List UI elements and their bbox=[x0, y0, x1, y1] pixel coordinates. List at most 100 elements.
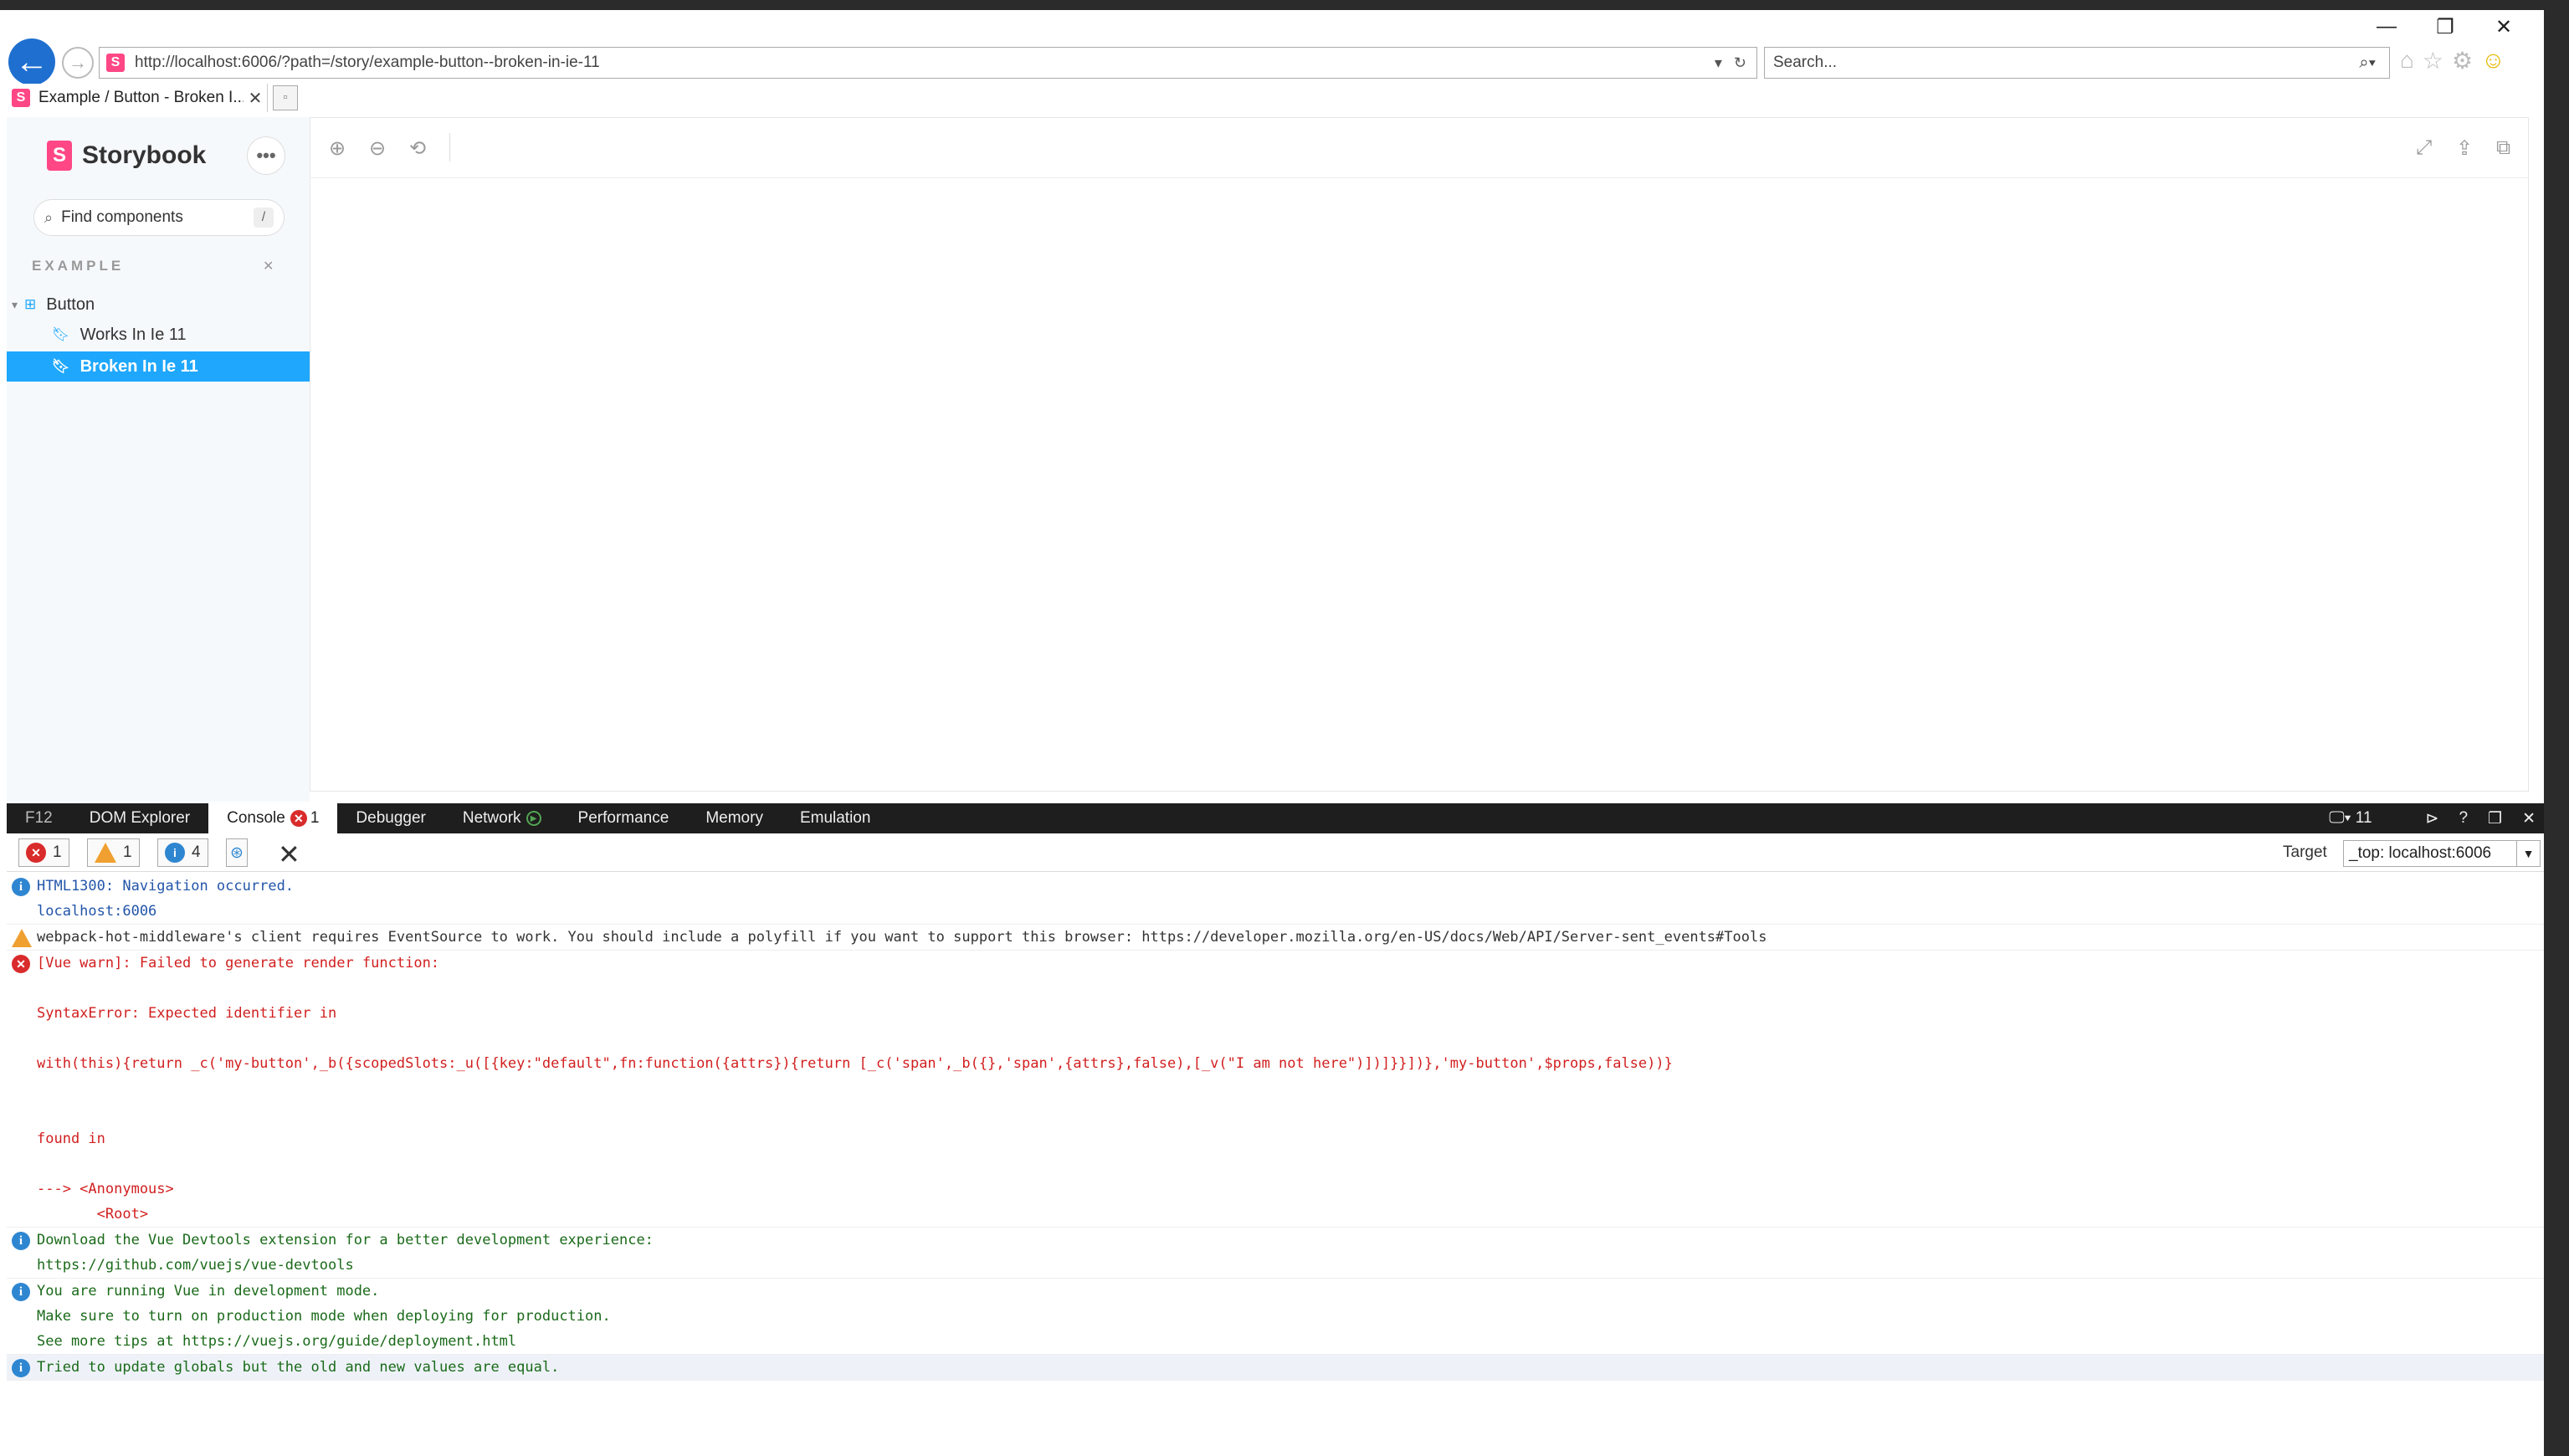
target-select[interactable]: _top: localhost:6006 ▼ bbox=[2343, 840, 2541, 867]
console-line: https://github.com/vuejs/vue-devtools bbox=[37, 1257, 354, 1274]
sidebar-item-button-component[interactable]: ▾ ⊞ Button bbox=[7, 290, 310, 320]
search-input[interactable]: Search... bbox=[1773, 54, 2359, 72]
sidebar-item-label: Broken In Ie 11 bbox=[79, 356, 198, 376]
tab-memory[interactable]: Memory bbox=[687, 803, 782, 833]
network-record-icon: ▶ bbox=[526, 811, 541, 826]
devtools-tabbar: F12 DOM Explorer Console ✕ 1 Debugger Ne… bbox=[7, 803, 2544, 833]
chevron-down-icon: ▾ bbox=[12, 297, 18, 311]
find-components-search[interactable]: ⌕ Find components / bbox=[33, 199, 285, 236]
story-canvas[interactable] bbox=[310, 178, 2528, 791]
console-prompt-icon[interactable]: ⊳ bbox=[2426, 809, 2439, 828]
search-shortcut-key: / bbox=[254, 208, 274, 228]
window-edge bbox=[2544, 0, 2569, 1456]
sidebar-item-broken-in-ie-11[interactable]: 🔖︎ Broken In Ie 11 bbox=[7, 351, 310, 382]
zoom-in-icon[interactable]: ⊕ bbox=[329, 136, 346, 161]
address-dropdown-icon[interactable]: ▾ bbox=[1715, 54, 1722, 72]
tab-emulation[interactable]: Emulation bbox=[782, 803, 890, 833]
refresh-icon[interactable]: ↻ bbox=[1734, 54, 1746, 72]
tab-network[interactable]: Network ▶ bbox=[444, 803, 560, 833]
console-message-error[interactable]: ✕ [Vue warn]: Failed to generate render f… bbox=[7, 951, 2544, 1228]
console-line: with(this){return _c('my-button',_b({sco… bbox=[37, 1055, 1673, 1072]
filter-errors-button[interactable]: ✕ 1 bbox=[18, 838, 69, 867]
close-window-button[interactable]: ✕ bbox=[2479, 8, 2529, 45]
tab-title: Example / Button - Broken I... bbox=[38, 89, 244, 106]
new-tab-button[interactable]: ▫ bbox=[273, 85, 298, 110]
filter-info-button[interactable]: i 4 bbox=[157, 838, 208, 867]
search-box[interactable]: Search... ⌕▾ bbox=[1764, 47, 2390, 79]
console-message-info[interactable]: i You are running Vue in development mode… bbox=[7, 1279, 2544, 1355]
back-button[interactable]: ← bbox=[8, 38, 55, 85]
zoom-reset-icon[interactable]: ⟲ bbox=[409, 136, 426, 161]
warning-triangle-icon bbox=[12, 929, 32, 947]
console-line: See more tips at https://vuejs.org/guide… bbox=[37, 1333, 517, 1350]
home-icon[interactable]: ⌂ bbox=[2400, 47, 2414, 74]
zoom-out-icon[interactable]: ⊖ bbox=[369, 136, 386, 161]
storybook-favicon-icon: S bbox=[106, 54, 125, 72]
filter-warnings-button[interactable]: 1 bbox=[87, 838, 140, 867]
component-grid-icon: ⊞ bbox=[24, 296, 37, 312]
console-line: <Root> bbox=[37, 1206, 149, 1223]
filter-warnings-count: 1 bbox=[123, 843, 132, 861]
ellipsis-icon: ••• bbox=[256, 145, 276, 166]
tab-f12: F12 bbox=[25, 809, 53, 827]
console-message-info[interactable]: i Download the Vue Devtools extension for… bbox=[7, 1228, 2544, 1279]
favorites-star-icon[interactable]: ☆ bbox=[2423, 47, 2443, 74]
forward-button[interactable]: → bbox=[62, 47, 94, 79]
error-circle-icon: ✕ bbox=[290, 810, 307, 827]
console-output[interactable]: i HTML1300: Navigation occurred. localhost… bbox=[7, 874, 2544, 1456]
settings-gear-icon[interactable]: ⚙ bbox=[2452, 47, 2473, 74]
help-icon[interactable]: ? bbox=[2459, 809, 2468, 828]
console-message-warn[interactable]: webpack-hot-middleware's client requires… bbox=[7, 925, 2544, 951]
devtools-window-tools: 🖵︎▾ 11 ⊳ ? ❐ ✕ bbox=[2329, 803, 2544, 833]
restore-button[interactable]: ❐ bbox=[2420, 8, 2470, 45]
sidebar-menu-button[interactable]: ••• bbox=[248, 137, 285, 174]
clear-console-icon[interactable]: ✕ bbox=[278, 838, 300, 870]
collapse-all-icon[interactable]: ✕ bbox=[263, 258, 274, 274]
undock-icon[interactable]: ❐ bbox=[2488, 809, 2502, 828]
tab-network-label: Network bbox=[462, 809, 521, 827]
monitor-icon: 🖵︎▾ bbox=[2329, 809, 2356, 827]
address-bar[interactable]: S http://localhost:6006/?path=/story/exa… bbox=[99, 47, 1757, 79]
search-icon[interactable]: ⌕▾ bbox=[2359, 54, 2389, 73]
close-devtools-icon[interactable]: ✕ bbox=[2522, 809, 2536, 828]
toolbar-divider bbox=[449, 133, 450, 161]
feedback-smiley-icon[interactable]: ☺ bbox=[2481, 47, 2505, 74]
tab-close-icon[interactable]: ✕ bbox=[244, 88, 267, 109]
console-line: webpack-hot-middleware's client requires… bbox=[37, 929, 1767, 946]
minimize-button[interactable]: — bbox=[2361, 8, 2412, 45]
console-line: Tried to update globals but the old and … bbox=[37, 1359, 560, 1376]
sidebar-item-label: Button bbox=[46, 295, 95, 314]
storybook-favicon-icon: S bbox=[12, 89, 30, 107]
chevron-down-icon[interactable]: ▼ bbox=[2516, 841, 2540, 866]
console-line: [Vue warn]: Failed to generate render fu… bbox=[37, 955, 440, 972]
warning-triangle-icon bbox=[95, 843, 116, 863]
tab-debugger[interactable]: Debugger bbox=[337, 803, 444, 833]
storybook-logo[interactable]: S Storybook bbox=[47, 141, 206, 171]
share-icon[interactable]: ⇪ bbox=[2456, 136, 2473, 161]
sidebar-item-works-in-ie-11[interactable]: 🔖︎ Works In Ie 11 bbox=[7, 320, 310, 350]
tab-dom-explorer[interactable]: DOM Explorer bbox=[71, 803, 208, 833]
filter-info-count: 4 bbox=[192, 843, 201, 861]
fullscreen-icon[interactable]: ⤢ bbox=[2416, 136, 2432, 160]
storybook-logo-icon: S bbox=[47, 141, 72, 171]
search-icon: ⌕ bbox=[44, 208, 54, 226]
console-message-info[interactable]: i HTML1300: Navigation occurred. localhost… bbox=[7, 874, 2544, 925]
tab-console[interactable]: Console ✕ 1 bbox=[208, 803, 338, 833]
search-input[interactable]: Find components bbox=[61, 208, 254, 227]
browser-tab-active[interactable]: S Example / Button - Broken I... ✕ bbox=[8, 84, 268, 112]
open-new-tab-icon[interactable]: ⧉ bbox=[2496, 136, 2510, 160]
console-filter-bar: ✕ 1 1 i 4 ⊛ ✕ Target _top: localhost:600… bbox=[7, 833, 2544, 872]
preserve-log-button[interactable]: ⊛ bbox=[226, 838, 248, 867]
address-url[interactable]: http://localhost:6006/?path=/story/examp… bbox=[135, 54, 1715, 72]
document-mode-selector[interactable]: 🖵︎▾ 11 bbox=[2329, 809, 2372, 828]
arrow-right-icon: → bbox=[69, 52, 87, 73]
console-message-info[interactable]: i Tried to update globals but the old and… bbox=[7, 1355, 2544, 1381]
tab-performance[interactable]: Performance bbox=[560, 803, 688, 833]
bookmark-icon: 🔖︎ bbox=[52, 326, 70, 342]
info-circle-icon: i bbox=[12, 1283, 30, 1301]
info-circle-icon: i bbox=[165, 843, 185, 863]
